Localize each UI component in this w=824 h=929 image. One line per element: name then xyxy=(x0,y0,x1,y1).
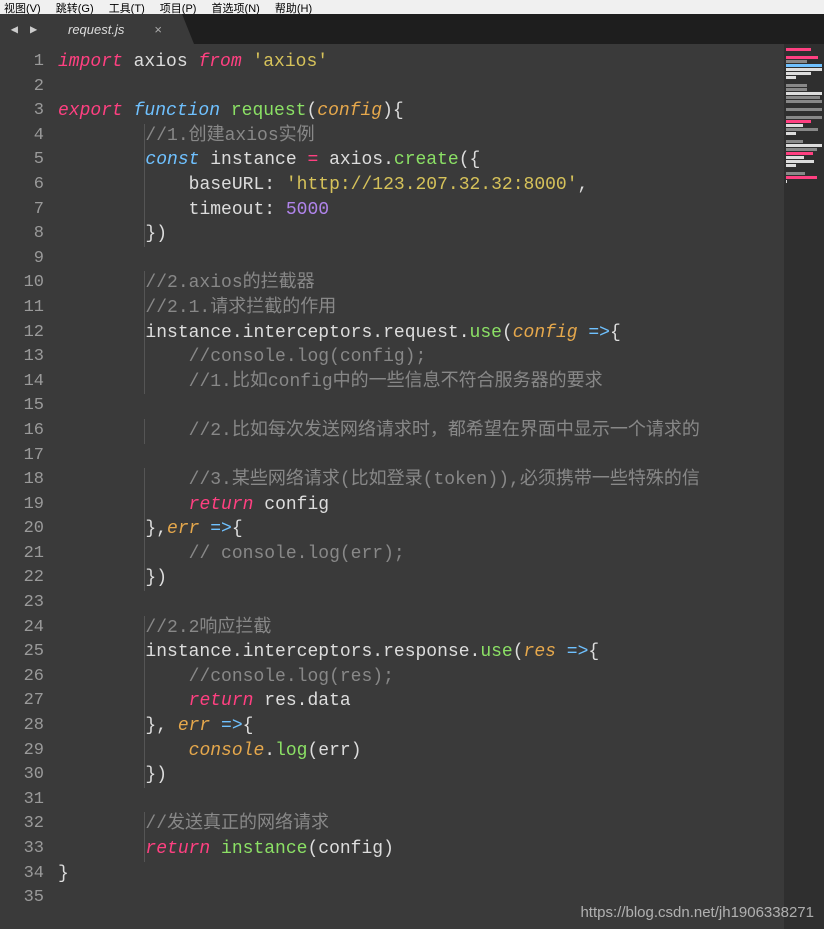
line-number: 12 xyxy=(0,321,44,346)
line-number: 31 xyxy=(0,788,44,813)
code-line[interactable]: export function request(config){ xyxy=(58,99,784,124)
line-number: 13 xyxy=(0,345,44,370)
line-number: 11 xyxy=(0,296,44,321)
code-line[interactable]: //1.创建axios实例 xyxy=(58,124,784,149)
line-number: 6 xyxy=(0,173,44,198)
code-line[interactable]: return res.data xyxy=(58,689,784,714)
line-number: 10 xyxy=(0,271,44,296)
line-number: 9 xyxy=(0,247,44,272)
line-number-gutter: 1234567891011121314151617181920212223242… xyxy=(0,44,58,929)
code-line[interactable] xyxy=(58,788,784,813)
code-line[interactable]: return instance(config) xyxy=(58,837,784,862)
code-line[interactable]: //2.2响应拦截 xyxy=(58,616,784,641)
code-line[interactable]: //1.比如config中的一些信息不符合服务器的要求 xyxy=(58,370,784,395)
menubar[interactable]: 视图(V) 跳转(G) 工具(T) 项目(P) 首选项(N) 帮助(H) xyxy=(0,0,824,14)
code-line[interactable]: //console.log(res); xyxy=(58,665,784,690)
tab-filename: request.js xyxy=(68,22,124,37)
line-number: 15 xyxy=(0,394,44,419)
code-line[interactable]: }) xyxy=(58,763,784,788)
line-number: 19 xyxy=(0,493,44,518)
line-number: 22 xyxy=(0,566,44,591)
line-number: 20 xyxy=(0,517,44,542)
line-number: 32 xyxy=(0,812,44,837)
code-line[interactable]: console.log(err) xyxy=(58,739,784,764)
line-number: 4 xyxy=(0,124,44,149)
line-number: 29 xyxy=(0,739,44,764)
line-number: 30 xyxy=(0,763,44,788)
code-line[interactable]: //3.某些网络请求(比如登录(token)),必须携带一些特殊的信 xyxy=(58,468,784,493)
code-line[interactable]: instance.interceptors.request.use(config… xyxy=(58,321,784,346)
line-number: 5 xyxy=(0,148,44,173)
code-line[interactable]: timeout: 5000 xyxy=(58,198,784,223)
line-number: 28 xyxy=(0,714,44,739)
line-number: 27 xyxy=(0,689,44,714)
line-number: 3 xyxy=(0,99,44,124)
line-number: 1 xyxy=(0,50,44,75)
code-line[interactable] xyxy=(58,591,784,616)
line-number: 21 xyxy=(0,542,44,567)
code-line[interactable] xyxy=(58,444,784,469)
minimap[interactable] xyxy=(784,44,824,929)
menu-project[interactable]: 项目(P) xyxy=(160,3,197,14)
watermark: https://blog.csdn.net/jh1906338271 xyxy=(580,904,814,921)
minimap-inner xyxy=(786,48,822,198)
tab-request-js[interactable]: request.js × xyxy=(48,14,182,44)
code-line[interactable]: //2.axios的拦截器 xyxy=(58,271,784,296)
line-number: 14 xyxy=(0,370,44,395)
line-number: 16 xyxy=(0,419,44,444)
code-line[interactable]: // console.log(err); xyxy=(58,542,784,567)
editor-area: 1234567891011121314151617181920212223242… xyxy=(0,44,824,929)
code-line[interactable]: //2.1.请求拦截的作用 xyxy=(58,296,784,321)
line-number: 18 xyxy=(0,468,44,493)
menu-help[interactable]: 帮助(H) xyxy=(275,3,312,14)
code-content[interactable]: import axios from 'axios' export functio… xyxy=(58,44,784,929)
menu-preferences[interactable]: 首选项(N) xyxy=(212,3,260,14)
line-number: 24 xyxy=(0,616,44,641)
code-line[interactable] xyxy=(58,247,784,272)
menu-view[interactable]: 视图(V) xyxy=(4,3,41,14)
line-number: 7 xyxy=(0,198,44,223)
code-line[interactable]: //2.比如每次发送网络请求时，都希望在界面中显示一个请求的 xyxy=(58,419,784,444)
line-number: 33 xyxy=(0,837,44,862)
line-number: 34 xyxy=(0,862,44,887)
code-line[interactable]: }) xyxy=(58,566,784,591)
close-icon[interactable]: × xyxy=(154,22,162,37)
code-line[interactable]: } xyxy=(58,862,784,887)
code-line[interactable]: import axios from 'axios' xyxy=(58,50,784,75)
code-line[interactable]: }, err =>{ xyxy=(58,714,784,739)
line-number: 8 xyxy=(0,222,44,247)
menu-goto[interactable]: 跳转(G) xyxy=(56,3,94,14)
tab-row: ◀ ▶ request.js × xyxy=(0,14,824,44)
code-line[interactable]: },err =>{ xyxy=(58,517,784,542)
menu-tools[interactable]: 工具(T) xyxy=(109,3,145,14)
code-line[interactable]: }) xyxy=(58,222,784,247)
line-number: 2 xyxy=(0,75,44,100)
line-number: 23 xyxy=(0,591,44,616)
line-number: 17 xyxy=(0,444,44,469)
code-line[interactable]: //发送真正的网络请求 xyxy=(58,812,784,837)
code-line[interactable] xyxy=(58,394,784,419)
nav-back-icon[interactable]: ◀ xyxy=(11,22,18,37)
code-line[interactable]: instance.interceptors.response.use(res =… xyxy=(58,640,784,665)
code-line[interactable]: baseURL: 'http://123.207.32.32:8000', xyxy=(58,173,784,198)
code-line[interactable]: return config xyxy=(58,493,784,518)
code-line[interactable]: //console.log(config); xyxy=(58,345,784,370)
code-line[interactable] xyxy=(58,75,784,100)
code-line[interactable]: const instance = axios.create({ xyxy=(58,148,784,173)
line-number: 26 xyxy=(0,665,44,690)
line-number: 25 xyxy=(0,640,44,665)
line-number: 35 xyxy=(0,886,44,911)
